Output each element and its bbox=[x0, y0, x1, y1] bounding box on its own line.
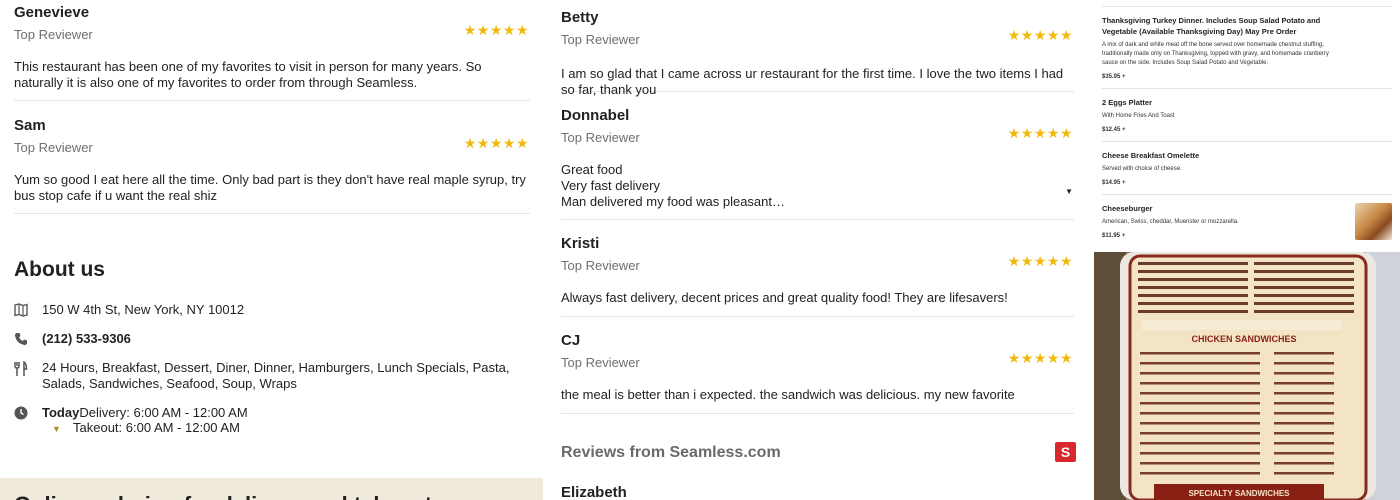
phone-number[interactable]: (212) 533-9306 bbox=[42, 331, 131, 351]
utensils-icon bbox=[14, 360, 42, 391]
chevron-down-icon[interactable]: ▼ bbox=[52, 422, 73, 437]
menu-item[interactable]: Cheeseburger American, Swiss, cheddar, M… bbox=[1102, 195, 1392, 247]
hours-block[interactable]: TodayDelivery: 6:00 AM - 12:00 AM ▼ Takeo… bbox=[42, 405, 248, 437]
menu-item-name: Cheese Breakfast Omelette bbox=[1102, 151, 1200, 160]
ordering-banner: Online ordering for delivery and takeout bbox=[0, 478, 543, 500]
menu-photo-heading: CHICKEN SANDWICHES bbox=[1191, 334, 1296, 344]
hours-row: TodayDelivery: 6:00 AM - 12:00 AM ▼ Takeo… bbox=[14, 405, 524, 437]
menu-item-name: Thanksgiving Turkey Dinner. Includes Sou… bbox=[1102, 16, 1321, 36]
review-text: This restaurant has been one of my favor… bbox=[14, 59, 482, 90]
hours-day: Today bbox=[42, 405, 80, 420]
menu-item-description: American, Swiss, cheddar, Muenster or mo… bbox=[1102, 219, 1239, 225]
rating-stars: ★★★★★ bbox=[463, 135, 529, 151]
review-card: Betty Top Reviewer ★★★★★ I am so glad th… bbox=[561, 0, 1074, 97]
reviewer-name: Sam bbox=[14, 117, 46, 134]
reviewer-badge: Top Reviewer bbox=[14, 140, 93, 155]
menu-column: Thanksgiving Turkey Dinner. Includes Sou… bbox=[1094, 0, 1400, 500]
reviewer-name: Betty bbox=[561, 9, 599, 26]
reviewer-badge: Top Reviewer bbox=[561, 258, 640, 273]
delivery-hours: Delivery: 6:00 AM - 12:00 AM bbox=[79, 405, 248, 420]
reviewer-name: CJ bbox=[561, 332, 581, 349]
clock-icon bbox=[14, 405, 42, 437]
reviewer-name: Genevieve bbox=[14, 4, 90, 21]
rating-stars: ★★★★★ bbox=[1007, 253, 1073, 269]
menu-photo[interactable]: CHICKEN SANDWICHES SPECIALTY SANDWICHES bbox=[1094, 252, 1400, 500]
review-line: Man delivered my food was pleasant… bbox=[561, 194, 786, 209]
hours-takeout-line: ▼ Takeout: 6:00 AM - 12:00 AM bbox=[52, 420, 248, 437]
rating-stars: ★★★★★ bbox=[1007, 350, 1073, 366]
review-text: the meal is better than i expected. the … bbox=[561, 387, 1015, 402]
review-card: Kristi Top Reviewer ★★★★★ Always fast de… bbox=[561, 220, 1074, 317]
menu-item-description: With Home Fries And Toast bbox=[1102, 113, 1175, 119]
reviewer-name: Donnabel bbox=[561, 107, 630, 124]
menu-item-price: $35.95 + bbox=[1102, 74, 1126, 80]
menu-item-price: $12.45 + bbox=[1102, 127, 1126, 133]
review-card: Sam Top Reviewer ★★★★★ Yum so good I eat… bbox=[14, 101, 530, 214]
seamless-reviews-title: Reviews from Seamless.com bbox=[561, 444, 781, 461]
menu-item[interactable]: 2 Eggs Platter With Home Fries And Toast… bbox=[1102, 89, 1392, 142]
expand-review-icon[interactable]: ▼ bbox=[1065, 187, 1073, 196]
review-text: Always fast delivery, decent prices and … bbox=[561, 290, 1008, 305]
middle-column: Betty Top Reviewer ★★★★★ I am so glad th… bbox=[547, 0, 1087, 500]
review-text: Yum so good I eat here all the time. Onl… bbox=[14, 172, 526, 203]
rating-stars: ★★★★★ bbox=[1007, 125, 1073, 141]
reviewer-badge: Top Reviewer bbox=[561, 32, 640, 47]
reviewer-name: Elizabeth bbox=[561, 484, 627, 500]
menu-photo-heading: SPECIALTY SANDWICHES bbox=[1188, 489, 1290, 498]
about-title: About us bbox=[14, 258, 105, 281]
review-text: Great food Very fast delivery Man delive… bbox=[561, 162, 1074, 210]
review-line: Great food bbox=[561, 162, 623, 177]
reviewer-name: Kristi bbox=[561, 235, 600, 252]
menu-item-price: $14.95 + bbox=[1102, 180, 1126, 186]
rating-stars: ★★★★★ bbox=[463, 22, 529, 38]
phone-icon bbox=[14, 331, 42, 351]
rating-stars: ★★★★★ bbox=[1007, 27, 1073, 43]
reviewer-badge: Top Reviewer bbox=[561, 355, 640, 370]
categories-text: 24 Hours, Breakfast, Dessert, Diner, Din… bbox=[42, 360, 510, 391]
address-text[interactable]: 150 W 4th St, New York, NY 10012 bbox=[42, 302, 244, 322]
address-row: 150 W 4th St, New York, NY 10012 bbox=[14, 302, 524, 322]
takeout-hours: Takeout: 6:00 AM - 12:00 AM bbox=[73, 420, 240, 435]
menu-item[interactable]: Cheese Breakfast Omelette Served with ch… bbox=[1102, 142, 1392, 195]
map-icon bbox=[14, 302, 42, 322]
review-card: Donnabel Top Reviewer ★★★★★ Great food V… bbox=[561, 92, 1074, 220]
menu-item-description: A mix of dark and white meat off the bon… bbox=[1102, 42, 1329, 66]
hours-delivery-line: TodayDelivery: 6:00 AM - 12:00 AM bbox=[42, 405, 248, 420]
left-column: Genevieve Top Reviewer ★★★★★ This restau… bbox=[0, 0, 543, 500]
menu-photo-illustration: CHICKEN SANDWICHES SPECIALTY SANDWICHES bbox=[1094, 252, 1400, 500]
menu-item-description: Served with choice of cheese. bbox=[1102, 166, 1182, 172]
menu-item[interactable]: Thanksgiving Turkey Dinner. Includes Sou… bbox=[1102, 7, 1392, 89]
menu-item-price: $11.95 + bbox=[1102, 233, 1126, 239]
reviewer-badge: Top Reviewer bbox=[561, 130, 640, 145]
review-card: CJ Top Reviewer ★★★★★ the meal is better… bbox=[561, 317, 1074, 414]
seamless-logo-icon[interactable]: S bbox=[1055, 442, 1076, 462]
phone-row: (212) 533-9306 bbox=[14, 331, 524, 351]
categories-row: 24 Hours, Breakfast, Dessert, Diner, Din… bbox=[14, 360, 524, 391]
reviewer-badge: Top Reviewer bbox=[14, 27, 93, 42]
review-line: Very fast delivery bbox=[561, 178, 660, 193]
review-card: Genevieve Top Reviewer ★★★★★ This restau… bbox=[14, 0, 530, 101]
menu-item-name: 2 Eggs Platter bbox=[1102, 98, 1153, 107]
cheeseburger-thumbnail[interactable] bbox=[1355, 203, 1392, 240]
menu-item-name: Cheeseburger bbox=[1102, 204, 1153, 213]
ordering-banner-title: Online ordering for delivery and takeout bbox=[14, 492, 432, 500]
